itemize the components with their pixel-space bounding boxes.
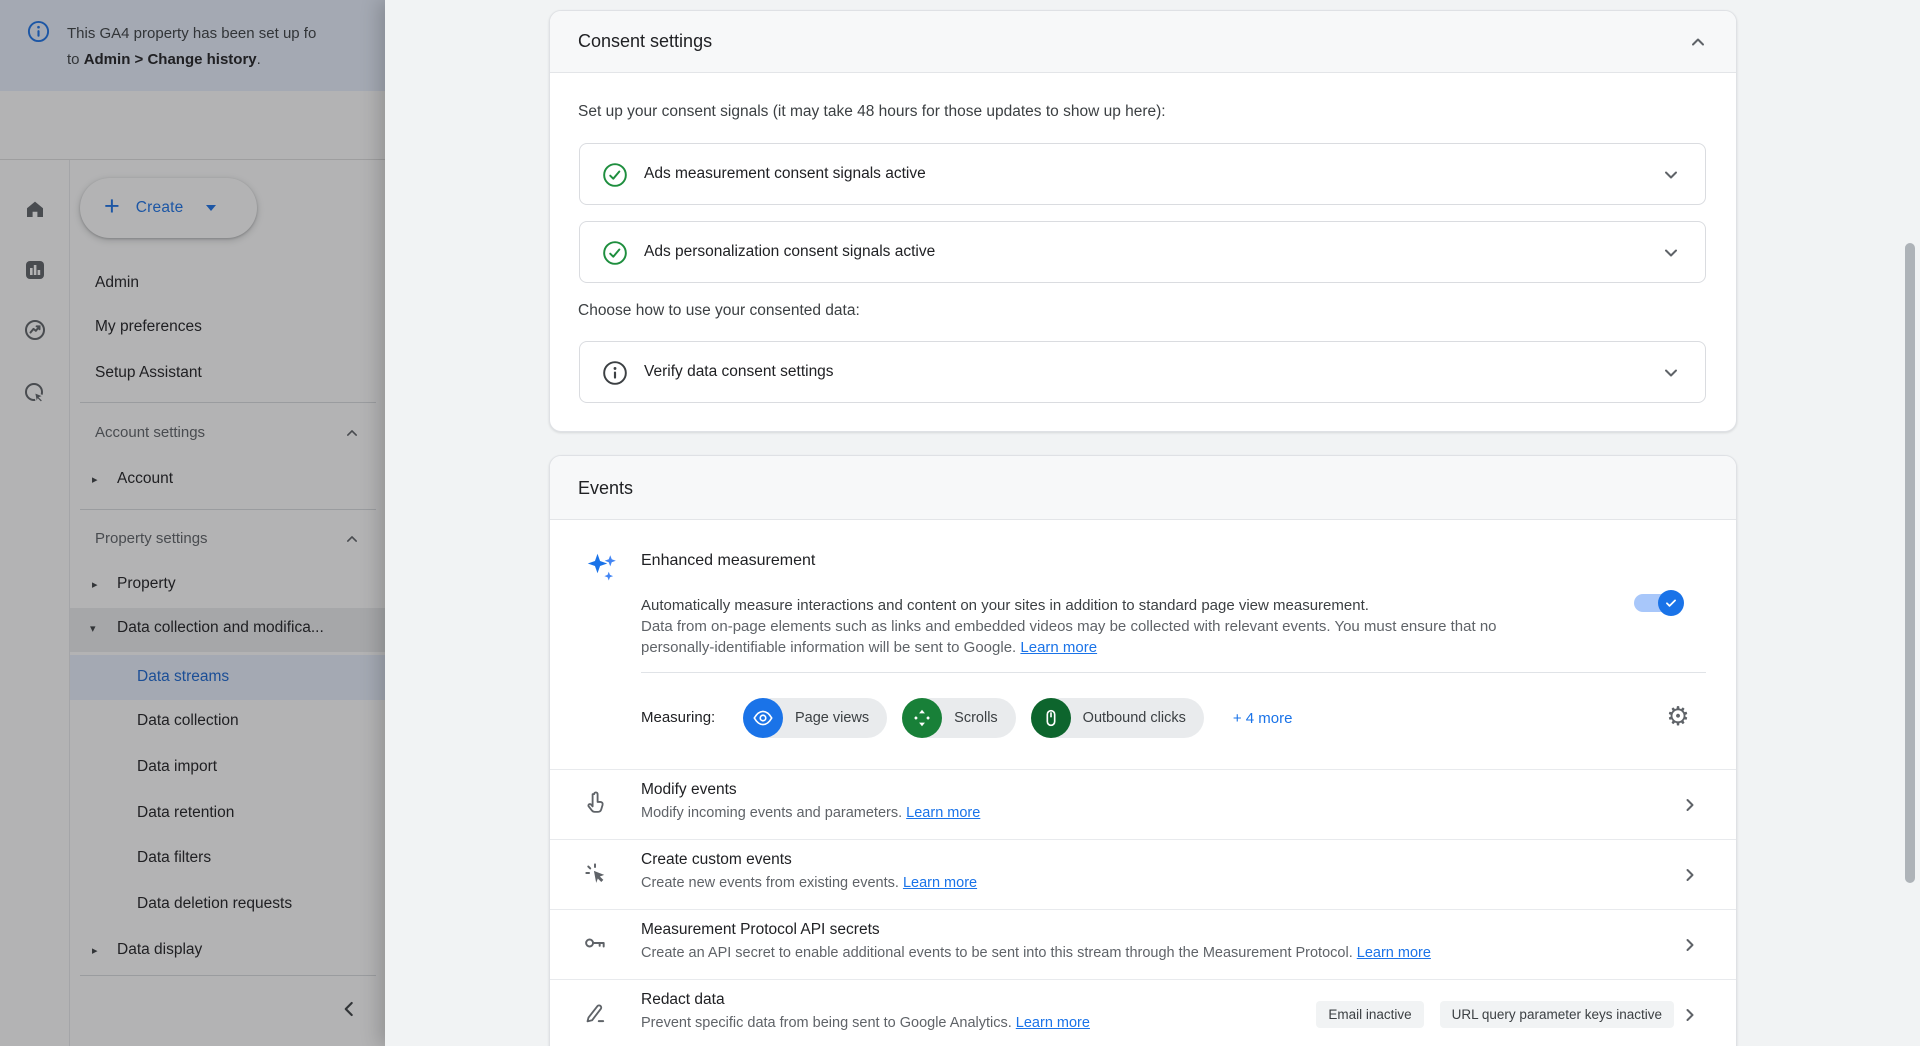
sparkle-icon bbox=[584, 550, 620, 586]
status-badge-url-query: URL query parameter keys inactive bbox=[1440, 1001, 1674, 1028]
chevron-right-icon[interactable] bbox=[1678, 933, 1702, 957]
learn-more-link[interactable]: Learn more bbox=[1357, 945, 1431, 961]
expander-label: Ads personalization consent signals acti… bbox=[644, 243, 935, 261]
choose-consented-data-label: Choose how to use your consented data: bbox=[578, 302, 860, 320]
row-description: Prevent specific data from being sent to… bbox=[641, 1015, 1090, 1031]
cursor-spark-icon bbox=[582, 860, 608, 886]
gear-icon[interactable]: ⚙ bbox=[1664, 702, 1692, 730]
learn-more-link[interactable]: Learn more bbox=[906, 805, 980, 821]
chevron-down-icon[interactable] bbox=[1659, 241, 1683, 265]
chevron-right-icon[interactable] bbox=[1678, 1003, 1702, 1027]
modal-scrim[interactable] bbox=[0, 0, 385, 1046]
measuring-label: Measuring: bbox=[641, 709, 715, 726]
eye-icon bbox=[743, 698, 783, 738]
chip-page-views[interactable]: Page views bbox=[743, 698, 887, 738]
info-circle-icon bbox=[602, 360, 628, 386]
row-modify-events[interactable]: Modify events Modify incoming events and… bbox=[550, 769, 1737, 839]
row-title: Measurement Protocol API secrets bbox=[641, 921, 880, 939]
events-title: Events bbox=[578, 478, 633, 499]
redact-pen-icon bbox=[582, 1000, 608, 1026]
learn-more-link[interactable]: Learn more bbox=[1020, 639, 1097, 656]
expander-label: Verify data consent settings bbox=[644, 363, 834, 381]
verify-consent-expander[interactable]: Verify data consent settings bbox=[579, 341, 1706, 403]
row-measurement-protocol-api-secrets[interactable]: Measurement Protocol API secrets Create … bbox=[550, 909, 1737, 979]
chip-scrolls[interactable]: Scrolls bbox=[902, 698, 1016, 738]
consent-settings-header[interactable]: Consent settings bbox=[550, 11, 1736, 73]
row-description: Create new events from existing events. … bbox=[641, 875, 977, 891]
row-description: Create an API secret to enable additiona… bbox=[641, 945, 1431, 961]
row-title: Create custom events bbox=[641, 851, 792, 869]
chip-label: Page views bbox=[795, 710, 869, 726]
divider bbox=[641, 672, 1706, 673]
check-circle-icon bbox=[602, 240, 628, 266]
chevron-down-icon[interactable] bbox=[1659, 163, 1683, 187]
scroll-arrows-icon bbox=[902, 698, 942, 738]
row-redact-data[interactable]: Redact data Prevent specific data from b… bbox=[550, 979, 1737, 1046]
more-chips-link[interactable]: + 4 more bbox=[1233, 710, 1293, 727]
row-create-custom-events[interactable]: Create custom events Create new events f… bbox=[550, 839, 1737, 909]
status-badge-email: Email inactive bbox=[1316, 1001, 1423, 1028]
consent-intro-text: Set up your consent signals (it may take… bbox=[578, 103, 1166, 121]
status-badges: Email inactive URL query parameter keys … bbox=[1316, 1001, 1674, 1028]
consent-settings-card: Consent settings Set up your consent sig… bbox=[549, 10, 1737, 432]
measuring-chips: Page views Scrolls Outbound clicks + 4 m… bbox=[743, 698, 1292, 738]
row-title: Modify events bbox=[641, 781, 737, 799]
key-icon bbox=[582, 930, 608, 956]
hand-pointer-icon bbox=[582, 790, 608, 816]
chevron-right-icon[interactable] bbox=[1678, 863, 1702, 887]
row-description: Modify incoming events and parameters. L… bbox=[641, 805, 980, 821]
enhanced-measurement-toggle[interactable] bbox=[1634, 594, 1681, 612]
learn-more-link[interactable]: Learn more bbox=[903, 875, 977, 891]
learn-more-link[interactable]: Learn more bbox=[1016, 1015, 1090, 1031]
events-card: Events Enhanced measurement Automaticall… bbox=[549, 455, 1737, 1046]
enhanced-measurement-title: Enhanced measurement bbox=[641, 552, 815, 570]
expander-label: Ads measurement consent signals active bbox=[644, 165, 926, 183]
events-header: Events bbox=[550, 456, 1736, 520]
stream-details-panel: Consent settings Set up your consent sig… bbox=[385, 0, 1920, 1046]
check-circle-icon bbox=[602, 162, 628, 188]
chevron-up-icon[interactable] bbox=[1686, 30, 1710, 54]
chip-label: Outbound clicks bbox=[1083, 710, 1186, 726]
chevron-down-icon[interactable] bbox=[1659, 361, 1683, 385]
toggle-thumb bbox=[1658, 590, 1684, 616]
scrollbar-thumb[interactable] bbox=[1905, 243, 1915, 883]
chevron-right-icon[interactable] bbox=[1678, 793, 1702, 817]
enhanced-measurement-description: Automatically measure interactions and c… bbox=[641, 595, 1497, 658]
ads-personalization-expander[interactable]: Ads personalization consent signals acti… bbox=[579, 221, 1706, 283]
consent-settings-title: Consent settings bbox=[578, 31, 712, 52]
row-title: Redact data bbox=[641, 991, 725, 1009]
ads-measurement-expander[interactable]: Ads measurement consent signals active bbox=[579, 143, 1706, 205]
chip-label: Scrolls bbox=[954, 710, 998, 726]
chip-outbound-clicks[interactable]: Outbound clicks bbox=[1031, 698, 1204, 738]
mouse-icon bbox=[1031, 698, 1071, 738]
screen: This GA4 property has been set up fo to … bbox=[0, 0, 1920, 1046]
